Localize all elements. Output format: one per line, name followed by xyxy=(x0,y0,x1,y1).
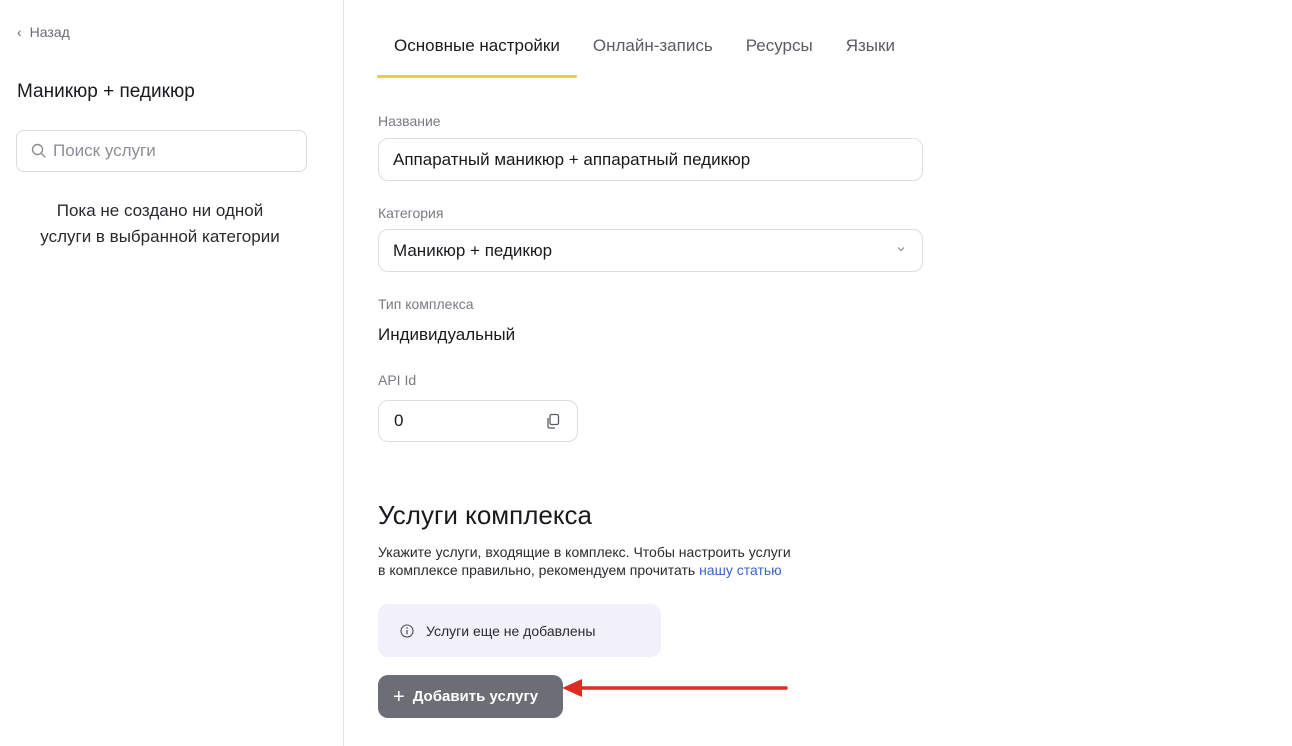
category-select[interactable]: Маникюр + педикюр xyxy=(378,229,923,272)
type-label: Тип комплекса xyxy=(378,296,474,312)
name-value: Аппаратный маникюр + аппаратный педикюр xyxy=(393,149,751,169)
tab-main-settings[interactable]: Основные настройки xyxy=(377,34,577,78)
services-description: Укажите услуги, входящие в комплекс. Что… xyxy=(378,543,898,579)
search-box[interactable] xyxy=(16,130,307,172)
search-input[interactable] xyxy=(53,141,293,161)
search-icon xyxy=(31,143,46,158)
empty-services-notice: Услуги еще не добавлены xyxy=(378,604,661,657)
chevron-down-icon xyxy=(897,247,905,252)
info-icon xyxy=(400,623,414,638)
description-line: в комплексе правильно, рекомендуем прочи… xyxy=(378,561,898,579)
notice-text: Услуги еще не добавлены xyxy=(426,622,596,639)
description-line: Укажите услуги, входящие в комплекс. Что… xyxy=(378,544,791,560)
api-id-value: 0 xyxy=(394,411,404,430)
description-text: в комплексе правильно, рекомендуем прочи… xyxy=(378,562,700,578)
tab-bar: Основные настройки Онлайн-запись Ресурсы… xyxy=(377,34,928,78)
category-value: Маникюр + педикюр xyxy=(393,240,553,260)
name-field[interactable]: Аппаратный маникюр + аппаратный педикюр xyxy=(378,138,923,181)
copy-icon[interactable] xyxy=(544,412,562,430)
empty-state-text: Пока не создано ни одной услуги в выбран… xyxy=(0,198,320,250)
category-label: Категория xyxy=(378,205,444,221)
tab-online-booking[interactable]: Онлайн-запись xyxy=(593,34,713,78)
type-value: Индивидуальный xyxy=(378,325,516,344)
plus-icon: + xyxy=(393,685,405,708)
tab-resources[interactable]: Ресурсы xyxy=(746,34,813,78)
add-service-label: Добавить услугу xyxy=(412,688,539,705)
sidebar: ‹ Назад Маникюр + педикюр Пока не создан… xyxy=(0,0,344,746)
services-section-title: Услуги комплекса xyxy=(378,500,593,530)
annotation-arrow xyxy=(562,679,788,697)
article-link[interactable]: нашу статью xyxy=(699,562,782,578)
sidebar-title: Маникюр + педикюр xyxy=(17,81,195,102)
name-label: Название xyxy=(378,113,441,129)
add-service-button[interactable]: + Добавить услугу xyxy=(378,675,563,718)
back-label: Назад xyxy=(29,24,70,40)
tab-languages[interactable]: Языки xyxy=(846,34,895,78)
api-id-field[interactable]: 0 xyxy=(378,400,578,442)
empty-state-line: услуги в выбранной категории xyxy=(40,227,280,246)
empty-state-line: Пока не создано ни одной xyxy=(56,201,264,220)
chevron-left-icon: ‹ xyxy=(17,24,22,40)
back-link[interactable]: ‹ Назад xyxy=(17,24,70,40)
api-id-label: API Id xyxy=(378,372,417,388)
